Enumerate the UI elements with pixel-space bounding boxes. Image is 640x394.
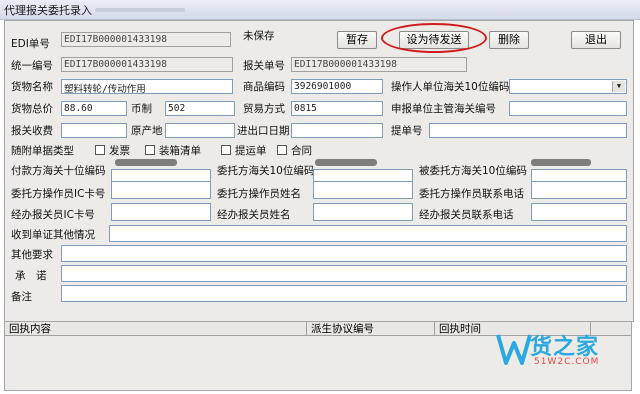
ie-date-field[interactable] [291,123,383,138]
other-req-field[interactable] [61,245,627,262]
client-op-name-field[interactable] [313,181,413,199]
client-ic-label: 委托方操作员IC卡号 [11,188,106,200]
save-draft-button[interactable]: 暂存 [337,31,377,49]
entrusted-code-redacted [531,159,591,166]
contract-option-label: 合同 [291,145,312,157]
agent-name-label: 经办报关员姓名 [217,209,291,221]
total-price-field[interactable]: 88.60 [61,101,127,116]
highlight-circle [381,23,487,53]
bill-no-field[interactable] [429,123,627,138]
form-panel: EDI单号 EDI17B000001433198 未保存 暂存 设为待发送 删除… [4,20,634,322]
agent-name-field[interactable] [313,203,413,221]
trade-mode-label: 贸易方式 [243,103,285,115]
receipt-label: 收到单证其他情况 [11,229,95,241]
client-op-name-label: 委托方操作员姓名 [217,188,301,200]
chevron-down-icon[interactable]: ▼ [612,81,625,92]
trade-mode-field[interactable]: 0815 [291,101,383,116]
edi-number-field[interactable]: EDI17B000001433198 [61,32,231,47]
origin-field[interactable] [165,123,235,138]
goods-code-label: 商品编码 [243,81,285,93]
fee-label: 报关收费 [11,125,53,137]
client-op-phone-label: 委托方操作员联系电话 [419,188,524,200]
goods-name-label: 货物名称 [11,81,53,93]
column-header-derived-protocol-no[interactable]: 派生协议编号 [307,322,435,336]
agent-phone-field[interactable] [531,203,627,221]
entrusted-code-label: 被委托方海关10位编码 [419,165,527,177]
operator-code-select[interactable]: ▼ [509,79,627,94]
bill-no-label: 提单号 [391,125,423,137]
column-header-receipt-content[interactable]: 回执内容 [5,322,307,336]
invoice-option-label: 发票 [109,145,130,157]
agent-ic-label: 经办报关员IC卡号 [11,209,95,221]
promise-label: 承 诺 [15,270,47,282]
attach-type-label: 随附单据类型 [11,145,74,157]
payer-code-redacted [115,159,177,166]
logo-w-icon [496,334,532,365]
edi-label: EDI单号 [11,38,50,50]
declare-unit-label: 申报单位主管海关编号 [391,103,496,115]
goods-code-field[interactable]: 3926901000 [291,79,383,94]
receipt-field[interactable] [109,225,627,242]
client-ic-field[interactable] [111,181,211,199]
packing-list-checkbox[interactable] [145,145,155,155]
total-price-label: 货物总价 [11,103,53,115]
window-titlebar: 代理报关委托录入 [0,0,640,20]
invoice-checkbox[interactable] [95,145,105,155]
fee-field[interactable] [61,123,127,138]
other-req-label: 其他要求 [11,249,53,261]
ie-date-label: 进出口日期 [237,125,290,137]
currency-label: 币制 [131,103,152,115]
client-op-phone-field[interactable] [531,181,627,199]
unified-no-label: 统一编号 [11,60,53,72]
bill-of-lading-checkbox[interactable] [221,145,231,155]
watermark-logo: 货之家 51W2C.COM [494,325,634,383]
customs-no-field[interactable]: EDI17B000001433198 [291,57,467,72]
operator-code-label: 操作人单位海关10位编码 [391,81,510,93]
customs-no-label: 报关单号 [243,60,285,72]
packing-list-option-label: 装箱清单 [159,145,201,157]
origin-label: 原产地 [131,125,163,137]
goods-name-field[interactable]: 塑料转轮/传动作用 [61,79,233,94]
contract-checkbox[interactable] [277,145,287,155]
payer-code-label: 付款方海关十位编码 [11,165,106,177]
delete-button[interactable]: 删除 [489,31,529,49]
client-code-label: 委托方海关10位编码 [217,165,315,177]
exit-button[interactable]: 退出 [571,31,621,49]
bill-of-lading-option-label: 提运单 [235,145,267,157]
agent-phone-label: 经办报关员联系电话 [419,209,514,221]
promise-field[interactable] [61,265,627,282]
agent-ic-field[interactable] [111,203,211,221]
currency-field[interactable]: 502 [165,101,235,116]
title-redacted [95,8,185,12]
watermark-subtext: 51W2C.COM [534,357,600,367]
client-code-redacted [315,159,377,166]
window-title: 代理报关委托录入 [4,4,92,17]
remark-field[interactable] [61,285,627,302]
unified-no-field[interactable]: EDI17B000001433198 [61,57,233,72]
declare-unit-field[interactable] [509,101,627,116]
remark-label: 备注 [11,291,32,303]
save-status: 未保存 [243,30,275,42]
